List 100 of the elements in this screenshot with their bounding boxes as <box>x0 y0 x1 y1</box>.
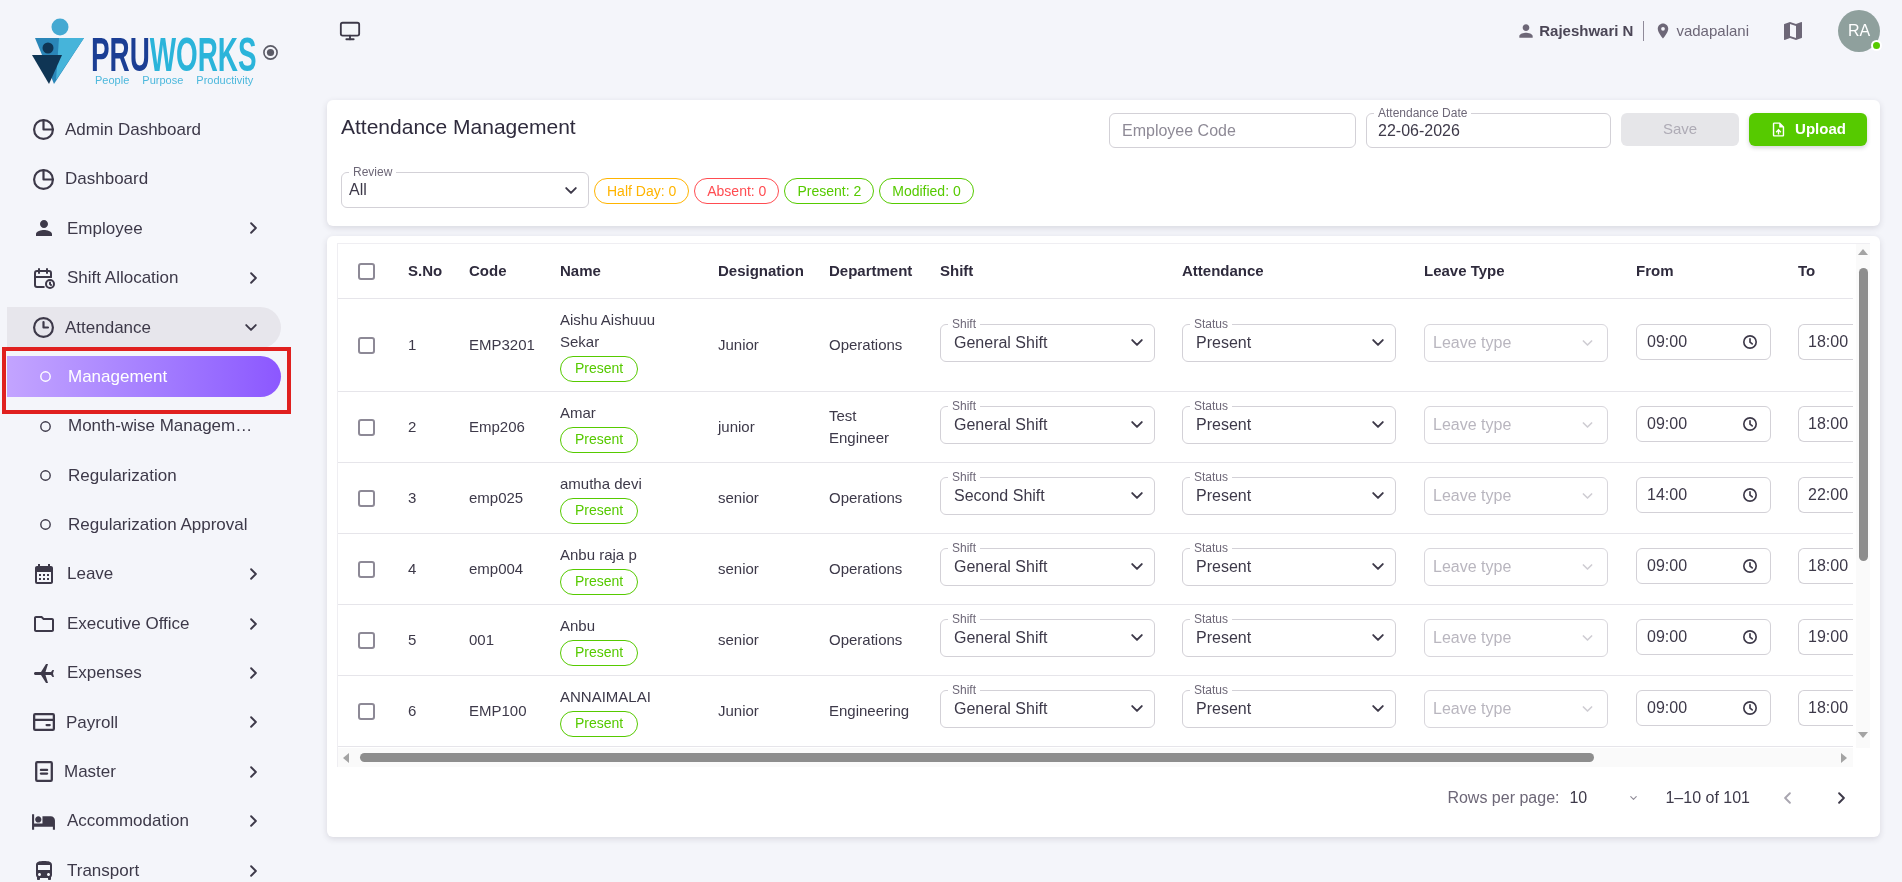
column-header: Name <box>560 260 601 281</box>
employee-code-field[interactable]: Employee Code <box>1109 113 1356 148</box>
table-cell-text: Operations <box>829 559 903 579</box>
pie-chart-icon <box>33 119 54 141</box>
ring-icon <box>40 519 51 531</box>
row-checkbox[interactable] <box>358 560 375 578</box>
ring-dot-icon <box>263 45 278 60</box>
sidebar-item[interactable]: Master <box>7 751 281 793</box>
employee-name: ANNAIMALAI <box>560 686 651 707</box>
airplane-icon <box>32 661 56 685</box>
sidebar-item[interactable]: Attendance <box>7 306 281 348</box>
clock-icon <box>33 316 54 338</box>
table-cell-text: 001 <box>469 629 495 650</box>
employee-name: Anbu <box>560 615 596 636</box>
sidebar-item[interactable]: Admin Dashboard <box>7 109 281 151</box>
page-title: Attendance Management <box>341 114 576 141</box>
table-cell-text: Test Engineer <box>829 406 891 448</box>
row-checkbox[interactable] <box>358 336 375 354</box>
map-icon[interactable] <box>1781 19 1805 43</box>
column-header: S.No <box>408 260 443 281</box>
time-field[interactable]: 18:00 <box>1798 689 1853 726</box>
user-name: Rajeshwari N <box>1539 20 1634 41</box>
table-cell-text: Emp206 <box>469 416 525 437</box>
time-field[interactable]: 09:00 <box>1636 323 1771 360</box>
page-range: 1–10 of 101 <box>1665 788 1750 808</box>
calendar-clock-icon <box>32 265 56 290</box>
scroll-right-arrow-icon[interactable] <box>1841 752 1847 763</box>
scrollbar-thumb[interactable] <box>360 753 1594 762</box>
rows-per-page-label: Rows per page: <box>1447 788 1560 808</box>
next-page-button[interactable] <box>1838 792 1845 804</box>
scroll-down-arrow-icon[interactable] <box>1858 732 1868 738</box>
ring-icon <box>40 469 51 481</box>
table-cell-text: 1 <box>408 334 417 355</box>
sidebar-item[interactable]: Expenses <box>7 652 281 694</box>
sidebar-item[interactable]: Shift Allocation <box>7 257 281 299</box>
time-field[interactable]: 19:00 <box>1798 618 1853 655</box>
chevron-down-icon <box>1582 634 1593 641</box>
clock-icon <box>1743 558 1757 573</box>
column-header: Attendance <box>1182 260 1264 281</box>
time-field[interactable]: 09:00 <box>1636 618 1771 655</box>
table-cell-text: emp004 <box>469 558 524 579</box>
calendar-icon <box>32 562 56 587</box>
time-field[interactable]: 09:00 <box>1636 547 1771 584</box>
scroll-left-arrow-icon[interactable] <box>343 752 349 763</box>
monitor-icon[interactable] <box>339 20 361 42</box>
table-cell-text: 6 <box>408 700 417 721</box>
location-name: vadapalani <box>1676 20 1749 41</box>
vertical-scrollbar[interactable] <box>1856 244 1870 748</box>
time-field[interactable]: 18:00 <box>1798 323 1853 360</box>
table-cell-text: EMP100 <box>469 700 527 721</box>
table-cell-text: Junior <box>718 334 759 355</box>
chevron-down-icon <box>1131 492 1143 499</box>
clock-icon <box>1743 416 1757 431</box>
sidebar-item[interactable]: Payroll <box>7 701 281 743</box>
row-checkbox[interactable] <box>358 702 375 720</box>
chevron-down-icon <box>1131 634 1143 641</box>
sidebar-item[interactable]: Accommodation <box>7 800 281 842</box>
pie-chart-icon <box>33 168 54 190</box>
time-field[interactable]: 09:00 <box>1636 689 1771 726</box>
horizontal-scrollbar[interactable] <box>338 748 1853 767</box>
employee-name: Anbu raja p <box>560 544 637 565</box>
chevron-down-icon <box>1372 563 1384 570</box>
row-checkbox[interactable] <box>358 418 375 436</box>
chevron-down-icon <box>1131 705 1143 712</box>
sidebar-item[interactable]: Transport <box>7 850 281 882</box>
time-field[interactable]: 18:00 <box>1798 405 1853 442</box>
select-all-checkbox[interactable] <box>358 262 375 280</box>
sidebar-item[interactable]: Employee <box>7 207 281 249</box>
sidebar-item[interactable]: Dashboard <box>7 158 281 200</box>
column-header: To <box>1798 260 1816 281</box>
sidebar-item[interactable]: Executive Office <box>7 603 281 645</box>
chevron-down-icon <box>1131 563 1143 570</box>
sidebar-item[interactable]: Leave <box>7 553 281 595</box>
chevron-down-icon <box>1372 705 1384 712</box>
chevron-down-icon <box>1372 339 1384 346</box>
chevron-down-icon <box>1372 492 1384 499</box>
time-field[interactable]: 14:00 <box>1636 476 1771 513</box>
ring-icon <box>40 420 51 432</box>
scroll-up-arrow-icon[interactable] <box>1858 249 1868 255</box>
time-field[interactable]: 09:00 <box>1636 405 1771 442</box>
table-cell-text: Operations <box>829 630 903 650</box>
sidebar-subitem[interactable]: Regularization Approval <box>7 504 281 546</box>
chevron-down-icon <box>1582 705 1593 712</box>
row-checkbox[interactable] <box>358 631 375 649</box>
sidebar-subitem[interactable]: Regularization <box>7 454 281 496</box>
clock-icon <box>1743 334 1757 349</box>
rows-per-page-select[interactable]: 10 <box>1569 786 1638 810</box>
time-field[interactable]: 18:00 <box>1798 547 1853 584</box>
time-field[interactable]: 22:00 <box>1798 476 1853 513</box>
table-cell-text: EMP3201 <box>469 334 535 355</box>
scrollbar-thumb[interactable] <box>1858 268 1868 561</box>
table-cell-text: Operations <box>829 488 903 508</box>
column-header: Code <box>469 260 507 281</box>
row-checkbox[interactable] <box>358 489 375 507</box>
sidebar-subitem[interactable]: Month-wise Managem… <box>7 405 281 447</box>
logo-figure-icon <box>32 18 84 84</box>
table-cell-text: junior <box>718 416 755 437</box>
clock-icon <box>1743 487 1757 502</box>
employee-name: Amar <box>560 402 596 423</box>
chevron-down-icon <box>1131 339 1143 346</box>
